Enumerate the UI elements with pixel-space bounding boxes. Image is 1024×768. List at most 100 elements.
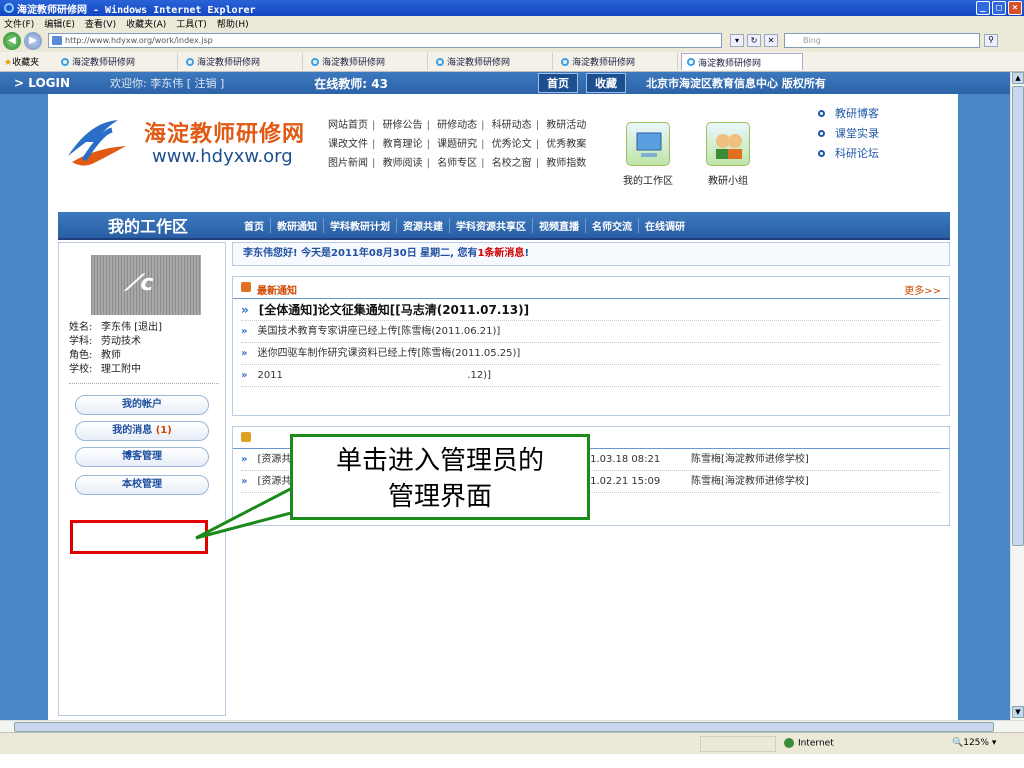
header-nav-link[interactable]: 教研活动 — [546, 120, 586, 131]
header-nav-link[interactable]: 教育理论 — [383, 139, 423, 150]
menu-file[interactable]: 文件(F) — [4, 17, 34, 30]
new-message-link[interactable]: 1条新消息 — [477, 248, 524, 259]
my-workspace-label: 我的工作区 — [623, 176, 673, 187]
menu-view[interactable]: 查看(V) — [85, 17, 116, 30]
blog-admin-button[interactable]: 博客管理 — [75, 447, 209, 467]
list-item[interactable]: » 迷你四驱车制作研究课资料已经上传[陈雪梅(2011.05.25)] — [241, 343, 941, 365]
horizontal-scrollbar[interactable] — [0, 720, 1024, 732]
menu-edit[interactable]: 编辑(E) — [44, 17, 75, 30]
stop-icon[interactable]: ✕ — [764, 34, 778, 47]
notices-more-link[interactable]: 更多>> — [904, 282, 941, 297]
header-nav-link[interactable]: 教师指数 — [546, 158, 586, 169]
list-item[interactable]: » 美国技术教育专家讲座已经上传[陈雪梅(2011.06.21)] — [241, 321, 941, 343]
header-nav-link[interactable]: 科研动态 — [492, 120, 532, 131]
forward-icon[interactable]: ▶ — [24, 32, 42, 50]
scroll-thumb[interactable] — [14, 722, 994, 732]
callout-line-1: 单击进入管理员的 — [335, 446, 544, 476]
scroll-up-icon[interactable]: ▲ — [1012, 72, 1024, 84]
my-account-button[interactable]: 我的帐户 — [75, 395, 209, 415]
dropdown-icon[interactable]: ▾ — [730, 34, 744, 47]
my-workspace-shortcut[interactable]: 我的工作区 — [612, 122, 684, 187]
my-messages-button[interactable]: 我的消息 (1) — [75, 421, 209, 441]
browser-tab-1[interactable]: 海淀教师研修网 — [56, 53, 178, 70]
back-icon[interactable]: ◀ — [3, 32, 21, 50]
menu-tools[interactable]: 工具(T) — [176, 17, 207, 30]
scroll-down-icon[interactable]: ▼ — [1012, 706, 1024, 718]
group-icon — [706, 122, 750, 166]
page-icon — [52, 36, 62, 45]
header-nav-row: 网站首页 | 研修公告 | 研修动态 | 科研动态 | 教研活动 — [328, 120, 587, 131]
right-link[interactable]: 教研博客 — [818, 104, 879, 124]
header-nav-row: 图片新闻 | 教师阅读 | 名师专区 | 名校之窗 | 教师指数 — [328, 158, 587, 169]
search-input[interactable]: Bing — [784, 33, 980, 48]
minimize-button[interactable]: _ — [976, 1, 990, 15]
main-nav-item[interactable]: 学科教研计划 — [324, 217, 397, 233]
star-icon: ★ — [4, 58, 13, 68]
refresh-icon[interactable]: ↻ — [747, 34, 761, 47]
main-nav-item[interactable]: 在线调研 — [639, 218, 691, 233]
login-link[interactable]: > LOGIN — [14, 76, 70, 90]
main-nav-item[interactable]: 资源共建 — [397, 217, 450, 233]
user-role: 教师 — [101, 350, 121, 361]
header-nav-link[interactable]: 课题研究 — [437, 139, 477, 150]
browser-tab-2[interactable]: 海淀教师研修网 — [181, 53, 303, 70]
header-nav-link[interactable]: 名师专区 — [437, 158, 477, 169]
browser-tab-5[interactable]: 海淀教师研修网 — [556, 53, 678, 70]
right-link[interactable]: 科研论坛 — [818, 144, 879, 164]
window-title: 海淀教师研修网 - Windows Internet Explorer — [17, 4, 256, 16]
vertical-scrollbar[interactable]: ▲ ▼ — [1010, 72, 1024, 720]
top-strip: > LOGIN 欢迎你: 李东伟 [ 注销 ] 在线教师: 43 首页 收藏 北… — [0, 72, 1010, 94]
main-nav-item[interactable]: 学科资源共享区 — [450, 217, 533, 233]
search-icon[interactable]: ⚲ — [984, 34, 998, 47]
avatar: ⟋c — [91, 255, 201, 315]
instruction-callout: 单击进入管理员的 管理界面 — [290, 434, 590, 520]
list-item[interactable]: » [全体通知]论文征集通知[[马志清(2011.07.13)] — [241, 299, 941, 321]
bullet-icon — [818, 130, 825, 137]
window-controls: _ □ × — [976, 1, 1022, 15]
close-button[interactable]: × — [1008, 1, 1022, 15]
research-group-shortcut[interactable]: 教研小组 — [692, 122, 764, 187]
list-item[interactable]: » 2011 .12)] — [241, 365, 941, 387]
school-admin-button[interactable]: 本校管理 — [75, 475, 209, 495]
main-nav-item[interactable]: 首页 — [238, 217, 271, 233]
header-nav-link[interactable]: 优秀教案 — [546, 139, 586, 150]
copyright: 北京市海淀区教育信息中心 版权所有 — [645, 77, 826, 90]
ie-icon — [687, 58, 695, 66]
header-nav-link[interactable]: 课改文件 — [328, 139, 368, 150]
favorites-button[interactable]: ★收藏夹 — [0, 55, 56, 68]
header-nav-link[interactable]: 网站首页 — [328, 120, 368, 131]
browser-tab-6[interactable]: 海淀教师研修网 — [681, 53, 803, 70]
header-nav-link[interactable]: 教师阅读 — [383, 158, 423, 169]
maximize-button[interactable]: □ — [992, 1, 1006, 15]
user-name[interactable]: 李东伟 [退出] — [101, 322, 162, 333]
globe-icon — [784, 738, 794, 748]
browser-tab-3[interactable]: 海淀教师研修网 — [306, 53, 428, 70]
address-input[interactable]: http://www.hdyxw.org/work/index.jsp — [48, 33, 722, 48]
computer-icon — [626, 122, 670, 166]
right-link[interactable]: 课堂实录 — [818, 124, 879, 144]
home-button[interactable]: 首页 — [537, 73, 578, 93]
header-nav-link[interactable]: 名校之窗 — [492, 158, 532, 169]
browser-tab-4[interactable]: 海淀教师研修网 — [431, 53, 553, 70]
menu-favorites[interactable]: 收藏夹(A) — [126, 17, 166, 30]
menu-bar: 文件(F) 编辑(E) 查看(V) 收藏夹(A) 工具(T) 帮助(H) — [0, 16, 1024, 30]
page-inner: 海淀教师研修网 www.hdyxw.org 网站首页 | 研修公告 | 研修动态 | … — [48, 94, 958, 720]
header-nav: 网站首页 | 研修公告 | 研修动态 | 科研动态 | 教研活动 课改文件 | 教育理论 |… — [328, 116, 586, 173]
web-page: > LOGIN 欢迎你: 李东伟 [ 注销 ] 在线教师: 43 首页 收藏 北… — [0, 72, 1010, 720]
header-nav-link[interactable]: 图片新闻 — [328, 158, 368, 169]
scroll-thumb[interactable] — [1012, 86, 1024, 546]
bullet-icon — [818, 110, 825, 117]
main-nav-item[interactable]: 名师交流 — [586, 217, 639, 233]
user-sidebar: ⟋c 姓名: 李东伟 [退出] 学科: 劳动技术 角色: 教师 学校: 理工附中 我的帐… — [58, 242, 226, 716]
bookmark-button[interactable]: 收藏 — [585, 73, 626, 93]
header-nav-link[interactable]: 优秀论文 — [492, 139, 532, 150]
main-nav-bar: 我的工作区 首页 教研通知 学科教研计划 资源共建 学科资源共享区 视频直播 名… — [58, 212, 950, 240]
header-nav-link[interactable]: 研修公告 — [383, 120, 423, 131]
menu-help[interactable]: 帮助(H) — [217, 17, 249, 30]
greeting-bar: 李东伟您好! 今天是2011年08月30日 星期二, 您有1条新消息! — [232, 242, 950, 266]
main-nav-item[interactable]: 视频直播 — [533, 217, 586, 233]
zoom-level[interactable]: 🔍125% ▾ — [952, 738, 996, 748]
notices-panel: 最新通知 更多>> » [全体通知]论文征集通知[[马志清(2011.07.13)… — [232, 276, 950, 416]
main-nav-item[interactable]: 教研通知 — [271, 217, 324, 233]
header-nav-link[interactable]: 研修动态 — [437, 120, 477, 131]
